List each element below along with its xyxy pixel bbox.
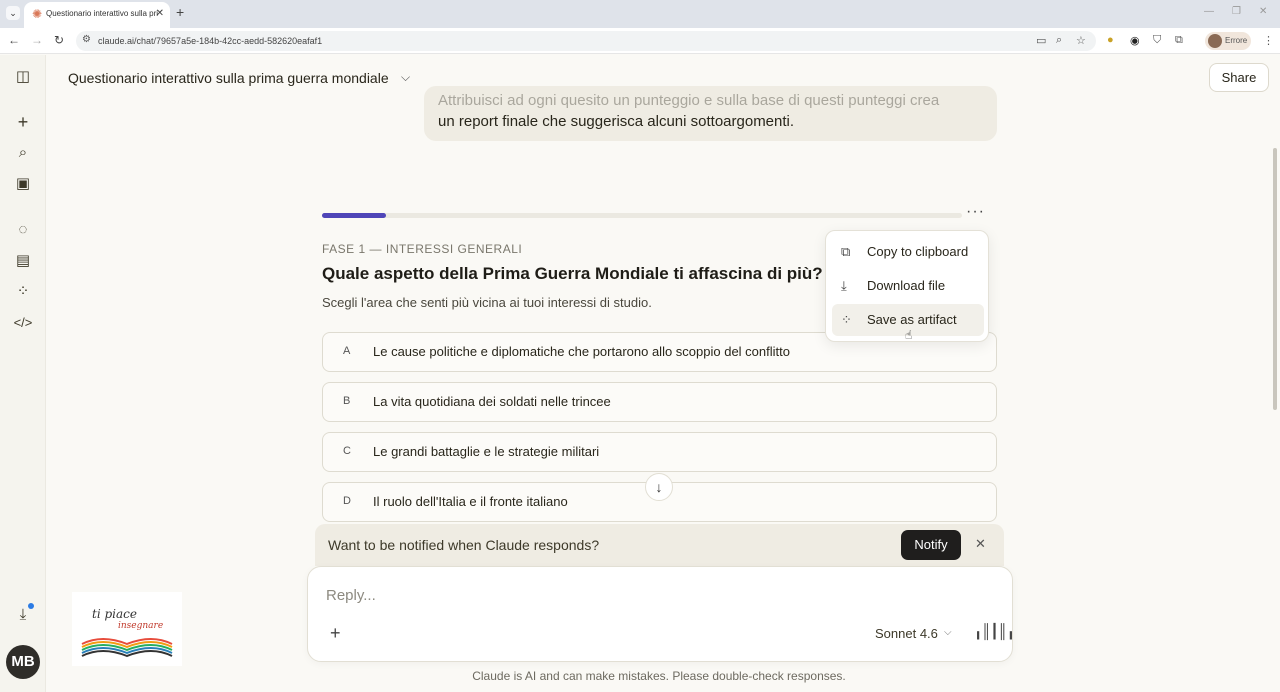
download-icon: ⤓: [841, 278, 847, 293]
add-attachment-icon[interactable]: +: [330, 623, 341, 644]
tab-search-button[interactable]: ⌄: [6, 6, 20, 20]
user-message-line: Attribuisci ad ogni quesito un punteggio…: [438, 92, 940, 109]
new-chat-icon[interactable]: +: [11, 112, 35, 132]
bookmark-star-icon[interactable]: ☆: [1076, 34, 1086, 47]
extension-emoji-icon[interactable]: ●: [1107, 34, 1114, 46]
chats-icon[interactable]: ◌: [11, 220, 35, 240]
menu-item-label: Copy to clipboard: [867, 244, 969, 259]
user-message-line: un report finale che suggerisca alcuni s…: [438, 113, 795, 130]
chevron-down-icon[interactable]: ⌵: [401, 70, 410, 85]
profile-chip[interactable]: Errore: [1205, 32, 1251, 50]
site-info-icon[interactable]: ⚙: [82, 34, 91, 45]
new-tab-icon[interactable]: +: [176, 4, 184, 20]
notify-button[interactable]: Notify: [901, 530, 961, 560]
option-key: B: [343, 395, 351, 407]
artifact-context-menu: ⧉ Copy to clipboard ⤓ Download file ⁘ Sa…: [825, 230, 989, 342]
profile-avatar-icon: [1208, 34, 1222, 48]
quiz-progress-fill: [322, 213, 386, 218]
quiz-question: Quale aspetto della Prima Guerra Mondial…: [322, 264, 823, 283]
close-icon[interactable]: ✕: [975, 536, 986, 552]
copy-icon: ⧉: [841, 244, 851, 259]
svg-text:insegnare: insegnare: [118, 621, 163, 631]
browser-menu-icon[interactable]: ⋮: [1263, 34, 1274, 47]
option-key: A: [343, 345, 351, 357]
artifacts-icon[interactable]: ⁘: [11, 282, 35, 302]
menu-item-download[interactable]: ⤓ Download file: [832, 270, 984, 302]
browser-tab-strip: ⌄ ✺ Questionario interattivo sulla pri ✕…: [0, 0, 1280, 28]
scroll-down-arrow-icon[interactable]: ↓: [645, 473, 673, 501]
reload-icon[interactable]: ↻: [54, 33, 64, 47]
option-key: C: [343, 445, 351, 457]
notify-banner: Want to be notified when Claude responds…: [315, 524, 1004, 566]
briefcase-icon[interactable]: ▣: [11, 174, 35, 194]
quiz-phase-label: FASE 1 — INTERESSI GENERALI: [322, 242, 523, 256]
quiz-option-c[interactable]: C Le grandi battaglie e le strategie mil…: [322, 432, 997, 472]
notify-message: Want to be notified when Claude responds…: [328, 537, 600, 553]
extension-shield-icon[interactable]: ⛉: [1153, 34, 1161, 47]
projects-icon[interactable]: ▤: [11, 251, 35, 271]
more-options-icon[interactable]: ···: [966, 203, 985, 221]
maximize-icon[interactable]: ❐: [1232, 6, 1241, 17]
download-notification-dot: [28, 603, 34, 609]
voice-mode-icon[interactable]: ╻║┃║╻: [974, 623, 1015, 640]
tab-title: Questionario interattivo sulla pri: [46, 9, 159, 18]
quiz-option-b[interactable]: B La vita quotidiana dei soldati nelle t…: [322, 382, 997, 422]
url-text: claude.ai/chat/79657a5e-184b-42cc-aedd-5…: [98, 36, 323, 46]
option-text: La vita quotidiana dei soldati nelle tri…: [373, 394, 611, 409]
browser-tab[interactable]: ✺ Questionario interattivo sulla pri ✕: [24, 2, 170, 28]
user-message-bubble: Attribuisci ad ogni quesito un punteggio…: [424, 86, 997, 141]
page-scrollbar[interactable]: [1273, 148, 1277, 410]
quiz-progress-bar: [322, 213, 962, 218]
model-selector[interactable]: Sonnet 4.6: [875, 626, 938, 641]
search-icon[interactable]: ⌕: [11, 143, 35, 163]
option-text: Il ruolo dell'Italia e il fronte italian…: [373, 494, 568, 509]
chevron-down-icon[interactable]: ⌵: [944, 627, 952, 638]
disclaimer-text: Claude is AI and can make mistakes. Plea…: [472, 669, 846, 683]
forward-icon[interactable]: →: [31, 33, 43, 47]
extension-circle-icon[interactable]: ◉: [1130, 34, 1140, 47]
minimize-icon[interactable]: —: [1204, 6, 1214, 17]
ti-piace-insegnare-logo: ti piace insegnare: [72, 592, 182, 666]
install-app-icon[interactable]: ▭: [1036, 34, 1046, 47]
left-sidebar: ◫ + ⌕ ▣ ◌ ▤ ⁘ </> ⤓ MB: [0, 55, 46, 692]
menu-item-label: Save as artifact: [867, 312, 957, 327]
address-bar[interactable]: ⚙ claude.ai/chat/79657a5e-184b-42cc-aedd…: [76, 31, 1096, 51]
logo-graphic: ti piace insegnare: [81, 607, 173, 658]
code-icon[interactable]: </>: [11, 313, 35, 333]
artifact-icon: ⁘: [841, 312, 852, 327]
conversation-title[interactable]: Questionario interattivo sulla prima gue…: [68, 70, 389, 86]
option-text: Le cause politiche e diplomatiche che po…: [373, 344, 790, 359]
window-close-icon[interactable]: ✕: [1259, 6, 1267, 17]
claude-favicon-icon: ✺: [32, 7, 43, 21]
menu-item-label: Download file: [867, 278, 946, 293]
reply-input[interactable]: [326, 587, 846, 604]
menu-item-copy[interactable]: ⧉ Copy to clipboard: [832, 236, 984, 268]
reply-composer: + Sonnet 4.6 ⌵ ╻║┃║╻: [307, 566, 1015, 662]
back-icon[interactable]: ←: [8, 33, 20, 47]
option-text: Le grandi battaglie e le strategie milit…: [373, 444, 600, 459]
tab-close-icon[interactable]: ✕: [156, 8, 164, 19]
sidebar-toggle-icon[interactable]: ◫: [11, 67, 35, 87]
share-button[interactable]: Share: [1209, 63, 1269, 92]
profile-label: Errore: [1225, 36, 1248, 45]
zoom-icon[interactable]: ⌕: [1056, 34, 1062, 47]
extensions-puzzle-icon[interactable]: ⧉: [1175, 34, 1183, 47]
svg-text:ti piace: ti piace: [92, 607, 137, 621]
quiz-subtitle: Scegli l'area che senti più vicina ai tu…: [322, 295, 652, 310]
option-key: D: [343, 495, 351, 507]
mouse-pointer-icon: ☝: [905, 328, 913, 342]
browser-toolbar: ← → ↻ ⚙ claude.ai/chat/79657a5e-184b-42c…: [0, 28, 1280, 54]
